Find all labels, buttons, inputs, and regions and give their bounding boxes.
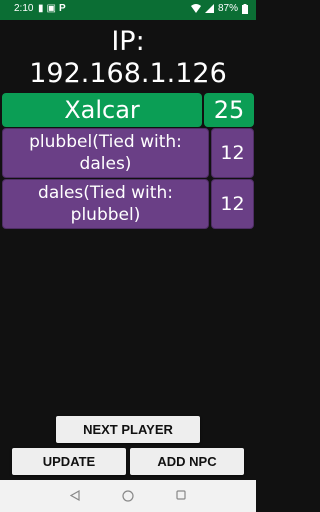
player-name: plubbel(Tied with: dales) <box>2 128 209 178</box>
scoreboard-screen: IP: 192.168.1.126 Xalcar 25 plubbel(Tied… <box>0 20 256 480</box>
player-score: 12 <box>211 128 254 178</box>
status-bar: 2:10 ▮▣P 87% <box>0 0 256 20</box>
next-player-button[interactable]: NEXT PLAYER <box>56 416 200 443</box>
battery-icon <box>242 3 248 14</box>
recents-icon[interactable] <box>176 490 186 500</box>
player-score: 12 <box>211 179 254 229</box>
lock-icon: ▣ <box>46 3 59 14</box>
ip-label: IP: <box>111 26 145 57</box>
wifi-icon <box>190 4 201 13</box>
notification-icon: ▮ <box>38 3 47 14</box>
status-time: 2:10 <box>14 3 34 14</box>
navigation-bar <box>0 480 256 512</box>
status-right: 87% <box>190 3 248 14</box>
status-left-icons: ▮▣P <box>38 3 69 14</box>
ip-address: 192.168.1.126 <box>29 58 227 89</box>
player-name: Xalcar <box>2 93 202 127</box>
player-score: 25 <box>204 93 254 127</box>
player-row[interactable]: dales(Tied with: plubbel) 12 <box>2 179 254 229</box>
add-npc-button[interactable]: ADD NPC <box>130 448 244 475</box>
player-name: dales(Tied with: plubbel) <box>2 179 209 229</box>
signal-icon <box>204 4 214 13</box>
p-icon: P <box>58 3 69 14</box>
battery-text: 87% <box>217 3 238 14</box>
home-icon[interactable] <box>122 490 134 502</box>
update-button[interactable]: UPDATE <box>12 448 126 475</box>
back-icon[interactable] <box>70 490 80 501</box>
player-row[interactable]: Xalcar 25 <box>2 93 254 127</box>
player-row[interactable]: plubbel(Tied with: dales) 12 <box>2 128 254 178</box>
